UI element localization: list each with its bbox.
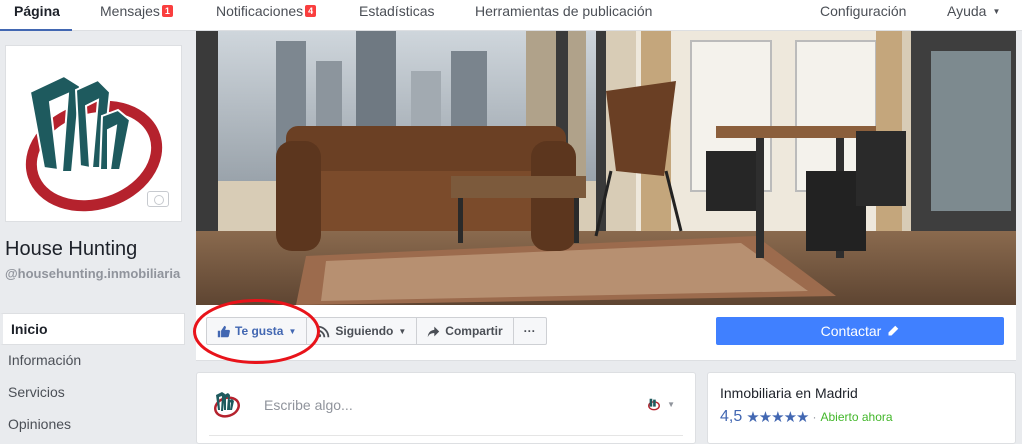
notifications-badge: 4 xyxy=(305,5,317,17)
profile-picture[interactable] xyxy=(5,45,182,222)
nav-settings[interactable]: Configuración xyxy=(820,3,906,19)
camera-icon[interactable] xyxy=(147,191,169,207)
chevron-down-icon: ▼ xyxy=(667,399,675,409)
nav-tab-mensajes[interactable]: Mensajes 1 xyxy=(100,3,173,19)
nav-tab-label: Estadísticas xyxy=(359,3,435,19)
page-action-buttons: Te gusta ▼ Siguiendo ▼ Compartir ··· xyxy=(206,317,547,345)
sidebar-item-informacion[interactable]: Información xyxy=(0,345,185,377)
page-name: House Hunting xyxy=(5,238,138,260)
chevron-down-icon: ▼ xyxy=(288,326,297,336)
composer-input[interactable]: Escribe algo... xyxy=(264,397,353,413)
more-options-icon: ··· xyxy=(523,324,536,338)
nav-tab-estadisticas[interactable]: Estadísticas xyxy=(359,3,434,19)
share-arrow-icon xyxy=(428,326,440,337)
composer-divider xyxy=(209,435,683,436)
pencil-icon xyxy=(888,325,899,336)
chevron-down-icon: ▼ xyxy=(398,326,407,336)
sidebar-nav: Inicio Información Servicios Opiniones xyxy=(0,313,185,441)
share-button[interactable]: Compartir xyxy=(417,318,514,344)
help-label: Ayuda xyxy=(947,3,987,19)
nav-tab-label: Notificaciones xyxy=(216,3,304,19)
post-as-selector[interactable]: ▼ xyxy=(647,397,675,411)
follow-label: Siguiendo xyxy=(335,324,394,338)
more-options-button[interactable]: ··· xyxy=(514,318,546,344)
nav-tab-pagina[interactable]: Página xyxy=(14,3,60,19)
nav-tab-notificaciones[interactable]: Notificaciones 4 xyxy=(216,3,317,19)
rating-stars[interactable]: ★★★★★ xyxy=(746,408,809,426)
separator-dot: · xyxy=(812,410,817,424)
page-category[interactable]: Inmobiliaria en Madrid xyxy=(720,385,858,401)
active-tab-underline xyxy=(0,29,72,31)
chevron-down-icon: ▼ xyxy=(992,7,1001,16)
nav-tab-label: Página xyxy=(14,3,60,19)
page-top-nav: Página Mensajes 1 Notificaciones 4 Estadís… xyxy=(0,0,1022,31)
like-label: Te gusta xyxy=(235,324,284,338)
about-card: Inmobiliaria en Madrid 4,5 ★★★★★ · Abier… xyxy=(707,372,1016,444)
nav-tab-label: Herramientas de publicación xyxy=(475,3,653,19)
rating-value[interactable]: 4,5 xyxy=(720,408,742,426)
cover-photo-image xyxy=(196,31,1016,305)
sidebar-item-opiniones[interactable]: Opiniones xyxy=(0,409,185,441)
page-avatar xyxy=(214,392,240,418)
rss-icon xyxy=(318,325,330,337)
share-label: Compartir xyxy=(445,324,503,338)
contact-button[interactable]: Contactar xyxy=(716,317,1004,345)
contact-label: Contactar xyxy=(820,323,882,339)
page-handle[interactable]: @househunting.inmobiliaria xyxy=(5,266,185,282)
thumbs-up-icon xyxy=(217,325,230,337)
page-action-bar: Te gusta ▼ Siguiendo ▼ Compartir ··· Con… xyxy=(196,305,1016,361)
rating-row: 4,5 ★★★★★ · Abierto ahora xyxy=(720,408,893,426)
settings-label: Configuración xyxy=(820,3,907,19)
page-avatar-small-icon xyxy=(648,398,661,411)
open-status: Abierto ahora xyxy=(820,410,893,424)
sidebar-item-inicio[interactable]: Inicio xyxy=(0,313,185,345)
like-button[interactable]: Te gusta ▼ xyxy=(207,318,308,344)
follow-button[interactable]: Siguiendo ▼ xyxy=(307,318,418,344)
nav-help[interactable]: Ayuda ▼ xyxy=(947,3,1000,20)
sidebar-item-servicios[interactable]: Servicios xyxy=(0,377,185,409)
post-composer: Escribe algo... ▼ xyxy=(196,372,696,444)
nav-tab-label: Mensajes xyxy=(100,3,160,19)
nav-tab-herramientas[interactable]: Herramientas de publicación xyxy=(475,3,652,19)
cover-photo[interactable] xyxy=(196,31,1016,305)
messages-badge: 1 xyxy=(161,5,173,17)
